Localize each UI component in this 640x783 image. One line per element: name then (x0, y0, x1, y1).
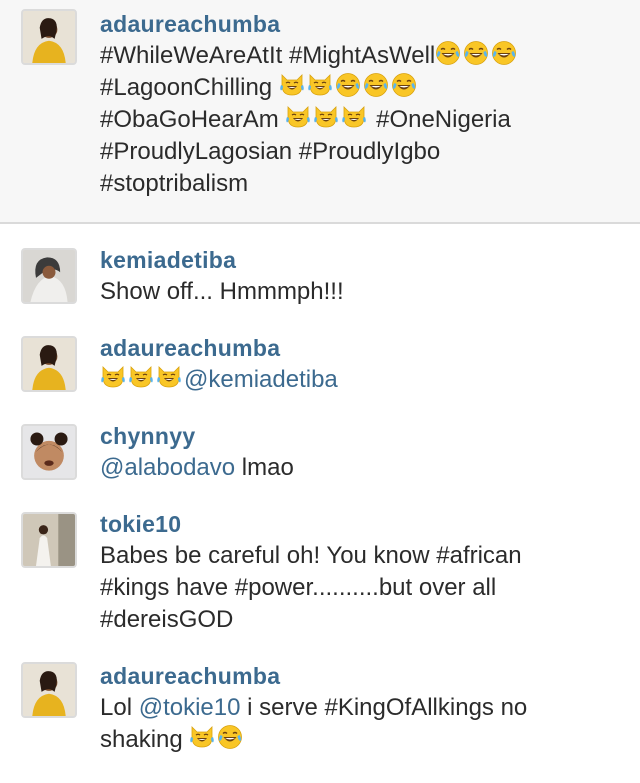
caption-line: #ObaGoHearAm (100, 106, 279, 133)
face-with-tears-of-joy-icon (491, 40, 517, 66)
avatar-photo (23, 664, 75, 716)
comment-text: Show off... Hmmmph!!! (100, 278, 344, 305)
face-with-tears-of-joy-icon (217, 724, 243, 750)
face-with-tears-of-joy-icon (391, 72, 417, 98)
comment-text: Lol @tokie10 i serve #KingOfAllkings no … (100, 692, 620, 756)
comment-text: lmao (235, 454, 294, 481)
avatar[interactable] (21, 662, 77, 718)
comment-content: chynnyy @alabodavo lmao (100, 422, 620, 484)
comment-username[interactable]: adaureachumba (100, 334, 620, 364)
cat-with-tears-of-joy-icon (100, 364, 126, 390)
face-with-tears-of-joy-icon (335, 72, 361, 98)
avatar[interactable] (21, 9, 77, 65)
avatar-photo (23, 250, 75, 302)
avatar[interactable] (21, 336, 77, 392)
caption-line: #OneNigeria (376, 106, 511, 133)
cat-with-tears-of-joy-icon (341, 104, 367, 130)
cat-with-tears-of-joy-icon (285, 104, 311, 130)
cat-with-tears-of-joy-icon (156, 364, 182, 390)
cat-with-tears-of-joy-icon (307, 72, 333, 98)
caption-line: #ProudlyLagosian #ProudlyIgbo (100, 138, 441, 165)
comment-text: Babes be careful oh! You know #african #… (100, 540, 620, 636)
face-with-tears-of-joy-icon (363, 72, 389, 98)
comment-username[interactable]: chynnyy (100, 422, 620, 452)
caption-section: adaureachumba #WhileWeAreAtIt #MightAsWe… (0, 0, 640, 224)
comment-username[interactable]: adaureachumba (100, 662, 620, 692)
comment-text-part: Lol (100, 694, 139, 721)
cat-with-tears-of-joy-icon (189, 724, 215, 750)
avatar-photo (23, 514, 75, 566)
avatar-photo (23, 11, 75, 63)
caption-content: adaureachumba #WhileWeAreAtIt #MightAsWe… (100, 10, 620, 200)
comment-text-part: i serve #KingOfAllkings no (240, 694, 528, 721)
avatar[interactable] (21, 512, 77, 568)
comment-line: #dereisGOD (100, 606, 234, 633)
mention-link[interactable]: @alabodavo (100, 454, 235, 481)
comment-username[interactable]: kemiadetiba (100, 246, 620, 276)
mention-link[interactable]: @tokie10 (139, 694, 241, 721)
face-with-tears-of-joy-icon (463, 40, 489, 66)
face-with-tears-of-joy-icon (435, 40, 461, 66)
caption-line: #WhileWeAreAtIt #MightAsWell (100, 42, 436, 69)
comment-content: adaureachumba Lol @tokie10 i serve #King… (100, 662, 620, 756)
comment-content: kemiadetiba Show off... Hmmmph!!! (100, 246, 620, 308)
caption-line: #LagoonChilling (100, 74, 273, 101)
avatar-photo (23, 338, 75, 390)
cat-with-tears-of-joy-icon (313, 104, 339, 130)
comment-username[interactable]: tokie10 (100, 510, 620, 540)
cat-with-tears-of-joy-icon (128, 364, 154, 390)
avatar[interactable] (21, 248, 77, 304)
caption-line: #stoptribalism (100, 170, 249, 197)
caption-username[interactable]: adaureachumba (100, 10, 620, 40)
avatar-photo (23, 426, 75, 478)
mention-link[interactable]: @kemiadetiba (184, 366, 338, 393)
comment-text-part: shaking (100, 726, 183, 753)
comment-content: tokie10 Babes be careful oh! You know #a… (100, 510, 620, 636)
avatar[interactable] (21, 424, 77, 480)
cat-with-tears-of-joy-icon (279, 72, 305, 98)
comment-line: Babes be careful oh! You know #african (100, 542, 522, 569)
caption-text: #WhileWeAreAtIt #MightAsWell #LagoonChil… (100, 40, 620, 200)
comment-content: adaureachumba @kemiadetiba (100, 334, 620, 396)
comment-line: #kings have #power..........but over all (100, 574, 497, 601)
